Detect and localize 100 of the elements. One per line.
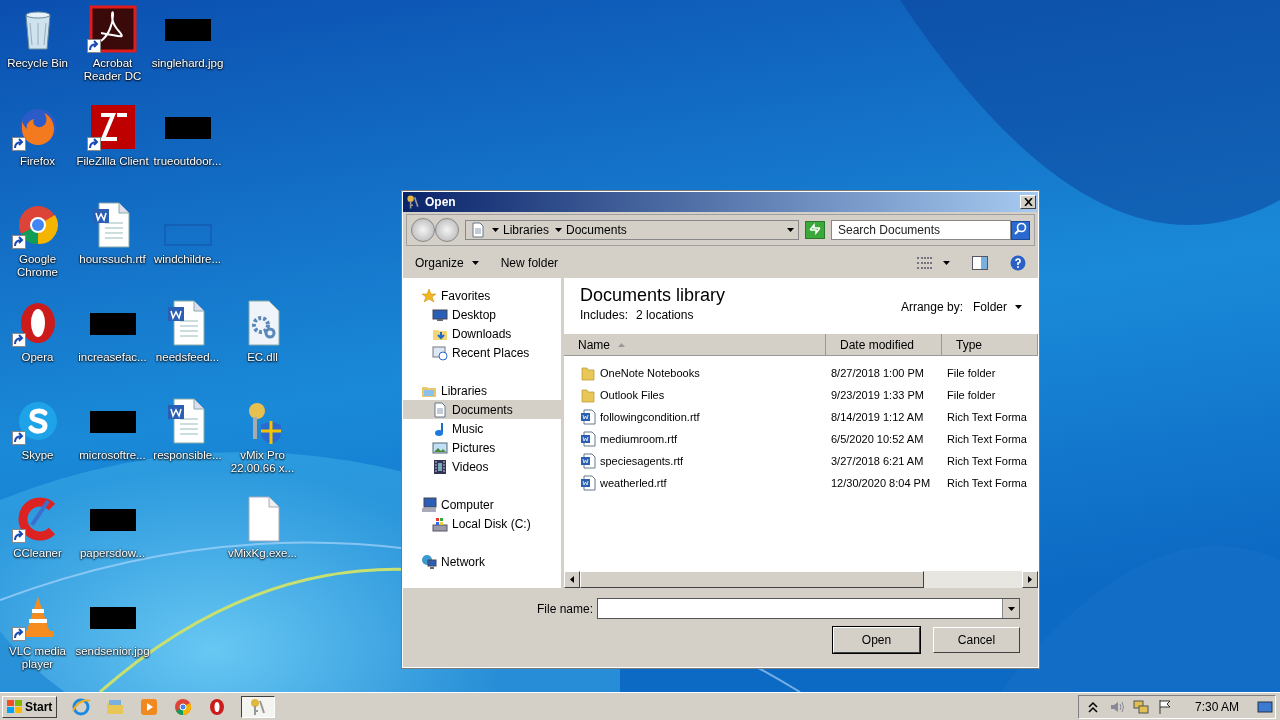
organize-button[interactable]: Organize (415, 256, 479, 270)
taskbar-chrome-button[interactable] (173, 696, 194, 717)
nav-item[interactable]: Downloads (403, 324, 561, 343)
type-cell-text: Rich Text Forma (946, 411, 1028, 423)
nav-item[interactable]: Desktop (403, 305, 561, 324)
computer-icon (421, 496, 437, 513)
type-cell-text: File folder (946, 367, 997, 379)
type-cell-text: File folder (946, 389, 997, 401)
nav-item[interactable]: Pictures (403, 438, 561, 457)
nav-item[interactable]: Recent Places (403, 343, 561, 362)
clock[interactable]: 7:30 AM (1194, 699, 1239, 714)
pdf-icon[interactable] (88, 5, 137, 53)
desktop-icon-label: papersdow... (78, 547, 147, 560)
file-name-field[interactable] (597, 598, 1020, 619)
horizontal-scrollbar[interactable] (564, 571, 1038, 588)
desktop-icon-label: Opera (20, 351, 55, 364)
nav-group-item[interactable]: Computer (403, 495, 561, 514)
desktop-icon-label: sendsenior.jpg (74, 645, 151, 658)
desktop-icon-label: Acrobat Reader DC (82, 57, 143, 83)
desktop-icon-label: Skype (20, 449, 55, 462)
caret-icon (471, 261, 479, 265)
desktop-icon-label: EC.dll (246, 351, 279, 364)
file-name[interactable]: followingcondition.rtf (600, 411, 700, 423)
desktop-icon-label: increasefac... (77, 351, 148, 364)
desktop-icon-label: needsfeed... (154, 351, 221, 364)
documents-icon (470, 222, 486, 238)
caret-icon (1007, 606, 1015, 611)
videos-icon (432, 458, 448, 475)
date-cell-text: 9/23/2019 1:33 PM (830, 389, 925, 401)
locations-link[interactable]: 2 locations (636, 308, 694, 322)
includes-label: Includes: (580, 308, 629, 322)
caret-icon[interactable] (492, 228, 499, 232)
scroll-left-button[interactable] (564, 571, 580, 588)
column-header[interactable]: Type (942, 334, 1038, 355)
folder-icon (580, 387, 596, 403)
caret-icon[interactable] (943, 261, 950, 265)
view-list-icon[interactable] (917, 257, 933, 269)
forward-button[interactable] (435, 218, 459, 242)
flag-icon[interactable] (1156, 698, 1173, 715)
close-icon (1023, 198, 1033, 206)
breadcrumb-item[interactable]: Documents (566, 223, 627, 237)
folder-icon (580, 365, 596, 381)
disk-icon (432, 515, 448, 532)
document-icon (580, 409, 596, 425)
file-name[interactable]: speciesagents.rtf (600, 455, 684, 467)
date-cell-text: 12/30/2020 8:04 PM (830, 477, 932, 489)
nav-group-item[interactable]: Network (403, 552, 561, 571)
back-button[interactable] (411, 218, 435, 242)
dropdown-button[interactable] (1002, 599, 1019, 618)
scroll-right-button[interactable] (1022, 571, 1038, 588)
search-field[interactable]: Search Documents (831, 220, 1011, 240)
document-icon (580, 475, 596, 491)
network-icon[interactable] (1132, 698, 1149, 715)
taskbar-key-button[interactable] (241, 695, 276, 718)
windows-logo-icon (7, 699, 23, 714)
key-icon (405, 194, 421, 210)
desktop-icon-label: vMix Pro 22.00.66 x... (229, 449, 296, 475)
caret-icon[interactable] (555, 228, 563, 232)
breadcrumb-item[interactable]: Libraries (503, 223, 550, 237)
window-title: Open (425, 195, 457, 209)
help-icon[interactable] (1010, 255, 1026, 271)
file-name[interactable]: weatherled.rtf (600, 477, 667, 489)
desktop-icon-label: microsoftre... (78, 449, 147, 462)
document-icon (580, 453, 596, 469)
start-button[interactable]: Start (2, 695, 58, 718)
file-name-label: File name: (536, 601, 593, 616)
desktop-icon-label: vMixKg.exe... (227, 547, 298, 560)
nav-item[interactable]: Local Disk (C:) (403, 514, 561, 533)
date-cell-text: 3/27/2018 6:21 AM (830, 455, 925, 467)
nav-group-item[interactable]: Favorites (403, 286, 561, 305)
file-name[interactable]: OneNote Notebooks (600, 367, 700, 379)
arrange-dropdown[interactable]: Folder (973, 300, 1022, 314)
column-header[interactable]: Date modified (826, 334, 942, 355)
column-header[interactable]: Name (564, 334, 826, 355)
nav-item[interactable]: Music (403, 419, 561, 438)
desktop-icon-label: Google Chrome (16, 253, 59, 279)
chrome-icon (173, 696, 194, 717)
refresh-button[interactable] (805, 221, 825, 239)
caret-icon[interactable] (787, 228, 794, 232)
date-cell-text: 6/5/2020 10:52 AM (830, 433, 925, 445)
desktop-icon-label: FileZilla Client (75, 155, 150, 168)
cancel-button[interactable]: Cancel (933, 627, 1020, 653)
file-name[interactable]: Outlook Files (600, 389, 665, 401)
desktop-icon-label: singlehard.jpg (150, 57, 225, 70)
close-button[interactable] (1020, 195, 1036, 209)
nav-group-item[interactable]: Libraries (403, 381, 561, 400)
desktop-icon-label: Recycle Bin (6, 57, 69, 70)
nav-item[interactable]: Videos (403, 457, 561, 476)
show-desktop-icon[interactable] (1257, 698, 1273, 715)
caret-icon (1015, 305, 1022, 309)
address-bar[interactable]: Libraries Documents (465, 220, 799, 240)
new-folder-button[interactable]: New folder (500, 256, 559, 270)
preview-pane-icon[interactable] (972, 255, 988, 271)
search-button[interactable] (1011, 220, 1030, 240)
desktop-icon-label: VLC media player (8, 645, 67, 671)
desktop-icon-label: CCleaner (12, 547, 63, 560)
open-button[interactable]: Open (833, 627, 920, 653)
file-name[interactable]: mediumroom.rtf (600, 433, 678, 445)
nav-item[interactable]: Documents (403, 400, 561, 419)
type-cell-text: Rich Text Forma (946, 433, 1028, 445)
